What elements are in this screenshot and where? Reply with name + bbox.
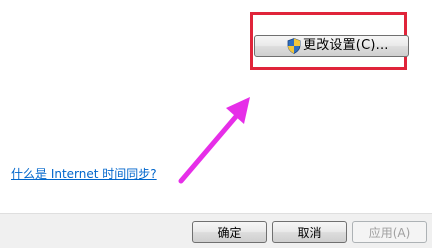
internet-time-help-link[interactable]: 什么是 Internet 时间同步?: [11, 165, 157, 182]
apply-button[interactable]: 应用(A): [352, 221, 427, 243]
cancel-button[interactable]: 取消: [272, 221, 347, 243]
ok-button[interactable]: 确定: [192, 221, 267, 243]
